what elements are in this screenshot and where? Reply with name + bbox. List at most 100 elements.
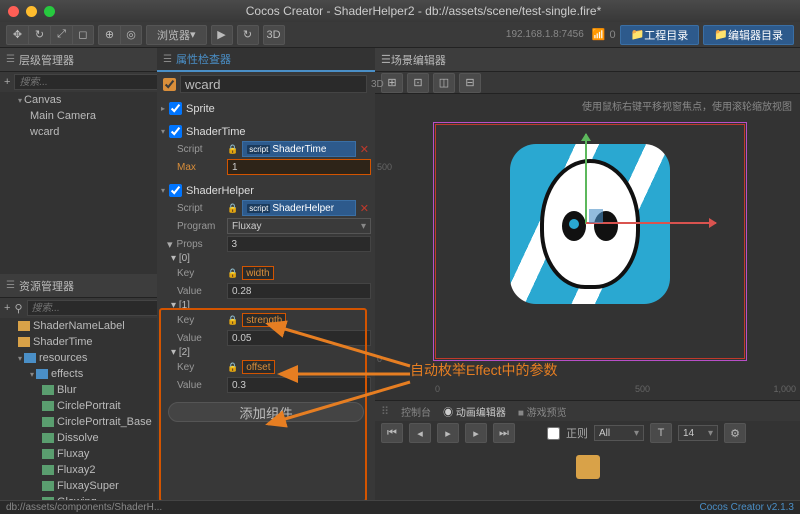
asset-item[interactable]: CirclePortrait_Base <box>0 414 157 430</box>
editor-dir-button[interactable]: 📁 编辑器目录 <box>703 25 794 45</box>
anim-play-button[interactable]: ▸ <box>437 423 459 443</box>
props-label: Props <box>177 239 227 250</box>
tree-item-wcard[interactable]: wcard <box>0 124 157 140</box>
asset-item[interactable]: CirclePortrait <box>0 398 157 414</box>
add-component-button[interactable]: 添加组件 <box>168 402 364 422</box>
gizmo-x-axis[interactable] <box>586 222 716 224</box>
regex-checkbox[interactable] <box>547 427 560 440</box>
asset-item[interactable]: Dissolve <box>0 430 157 446</box>
tool-scale-button[interactable]: ⤢ <box>50 25 72 45</box>
scene-align-button[interactable]: ⊟ <box>459 73 481 93</box>
program-dropdown[interactable]: Fluxay <box>227 218 371 234</box>
value-input[interactable] <box>227 377 371 393</box>
tab-preview[interactable]: ■ 游戏预览 <box>518 404 567 419</box>
component-enabled-checkbox[interactable] <box>169 125 182 138</box>
lock-icon: 🔒 <box>227 315 238 326</box>
program-label: Program <box>177 221 227 232</box>
clear-script-button[interactable]: ✕ <box>358 202 371 215</box>
refresh-button[interactable]: ↻ <box>237 25 259 45</box>
node-3d-label: 3D <box>371 79 384 90</box>
asset-item[interactable]: Fluxay <box>0 446 157 462</box>
anim-next-button[interactable]: ▸ <box>465 423 487 443</box>
hierarchy-search-input[interactable] <box>14 74 158 90</box>
script-reference[interactable]: scriptShaderHelper <box>242 200 356 216</box>
scene-viewport[interactable]: 使用鼠标右键平移视窗焦点，使用滚轮缩放视图 0 500 1,000 0 500 <box>375 94 800 400</box>
project-dir-button[interactable]: 📁 工程目录 <box>620 25 700 45</box>
node-enabled-checkbox[interactable] <box>163 78 176 91</box>
assets-search-input[interactable] <box>27 300 171 316</box>
script-reference[interactable]: scriptShaderTime <box>242 141 356 157</box>
anim-prev-button[interactable]: ◂ <box>409 423 431 443</box>
props-count-input[interactable] <box>227 236 371 252</box>
tab-handle-icon[interactable]: ⠿ <box>381 405 389 418</box>
value-label: Value <box>177 286 227 297</box>
collapse-arrow-icon[interactable]: ▾ <box>161 127 165 136</box>
preview-platform-dropdown[interactable]: 浏览器 ▾ <box>146 25 207 45</box>
component-enabled-checkbox[interactable] <box>169 102 182 115</box>
collapse-arrow-icon[interactable]: ▸ <box>161 104 165 113</box>
tree-item-canvas[interactable]: Canvas <box>0 92 157 108</box>
tool-move-button[interactable]: ✥ <box>6 25 28 45</box>
collapse-arrow-icon[interactable]: ▾ <box>161 186 165 195</box>
text-tool-button[interactable]: T <box>650 423 672 443</box>
array-index-0[interactable]: ▾ [0] <box>161 253 371 264</box>
scene-title: 场景编辑器 <box>391 52 446 68</box>
max-input[interactable] <box>227 159 371 175</box>
tab-animation[interactable]: ◉ 动画编辑器 <box>443 404 506 419</box>
local-toggle-button[interactable]: ◎ <box>120 25 142 45</box>
array-index-1[interactable]: ▾ [1] <box>161 300 371 311</box>
play-button[interactable]: ▶ <box>211 25 233 45</box>
tree-item-camera[interactable]: Main Camera <box>0 108 157 124</box>
component-enabled-checkbox[interactable] <box>169 184 182 197</box>
maximize-window-button[interactable] <box>44 6 55 17</box>
filter-all-dropdown[interactable]: All <box>594 425 644 441</box>
sprite-preview[interactable] <box>510 144 670 304</box>
close-window-button[interactable] <box>8 6 19 17</box>
key-value-offset[interactable]: offset <box>242 360 274 374</box>
key-value-width[interactable]: width <box>242 266 273 280</box>
array-index-2[interactable]: ▾ [2] <box>161 347 371 358</box>
preview-platform-label: 浏览器 <box>157 27 190 43</box>
status-version: Cocos Creator v2.1.3 <box>700 502 795 513</box>
asset-folder-resources[interactable]: resources <box>0 350 157 366</box>
asset-item[interactable]: Fluxay2 <box>0 462 157 478</box>
asset-item[interactable]: ShaderTime <box>0 334 157 350</box>
scene-align-button[interactable]: ◫ <box>433 73 455 93</box>
wifi-icon: 📶 <box>592 28 606 41</box>
clear-script-button[interactable]: ✕ <box>358 143 371 156</box>
tool-rotate-button[interactable]: ↻ <box>28 25 50 45</box>
script-label: Script <box>177 203 227 214</box>
asset-item[interactable]: FluxaySuper <box>0 478 157 494</box>
folder-icon <box>36 369 48 379</box>
anim-settings-button[interactable]: ⚙ <box>724 423 746 443</box>
font-size-dropdown[interactable]: 14 <box>678 425 718 441</box>
anim-last-button[interactable]: ⏭ <box>493 423 515 443</box>
add-node-button[interactable]: + <box>4 76 10 88</box>
value-label: Value <box>177 380 227 391</box>
anchor-toggle-button[interactable]: ⊕ <box>98 25 120 45</box>
left-column: ☰ 层级管理器 + a ⟲ ⊕ Canvas Main Camera wcard… <box>0 48 157 500</box>
asset-item[interactable]: ShaderNameLabel <box>0 318 157 334</box>
tab-console[interactable]: 控制台 <box>401 404 431 419</box>
value-input[interactable] <box>227 283 371 299</box>
assets-panel-header: ☰ 资源管理器 <box>0 274 157 298</box>
filter-button[interactable]: ⚲ <box>14 302 22 315</box>
tool-rect-button[interactable]: ◻ <box>72 25 94 45</box>
gizmo-y-axis[interactable] <box>585 134 587 224</box>
minimize-window-button[interactable] <box>26 6 37 17</box>
value-input[interactable] <box>227 330 371 346</box>
collapse-arrow-icon[interactable]: ▾ <box>167 238 173 251</box>
component-shadertime: ▾ShaderTime Script🔒scriptShaderTime✕ Max <box>161 123 371 176</box>
gizmo-center[interactable] <box>589 209 603 223</box>
add-asset-button[interactable]: + <box>4 302 10 314</box>
node-name-input[interactable] <box>180 75 367 93</box>
anim-first-button[interactable]: ⏮ <box>381 423 403 443</box>
key-label: Key <box>177 315 227 326</box>
key-value-strength[interactable]: strength <box>242 313 286 327</box>
mode-3d-button[interactable]: 3D <box>263 25 285 45</box>
scene-panel-header: ☰ 场景编辑器 <box>375 48 800 72</box>
asset-folder-effects[interactable]: effects <box>0 366 157 382</box>
asset-item[interactable]: Blur <box>0 382 157 398</box>
scene-tool-button[interactable]: ⊡ <box>407 73 429 93</box>
scene-tool-button[interactable]: ⊞ <box>381 73 403 93</box>
